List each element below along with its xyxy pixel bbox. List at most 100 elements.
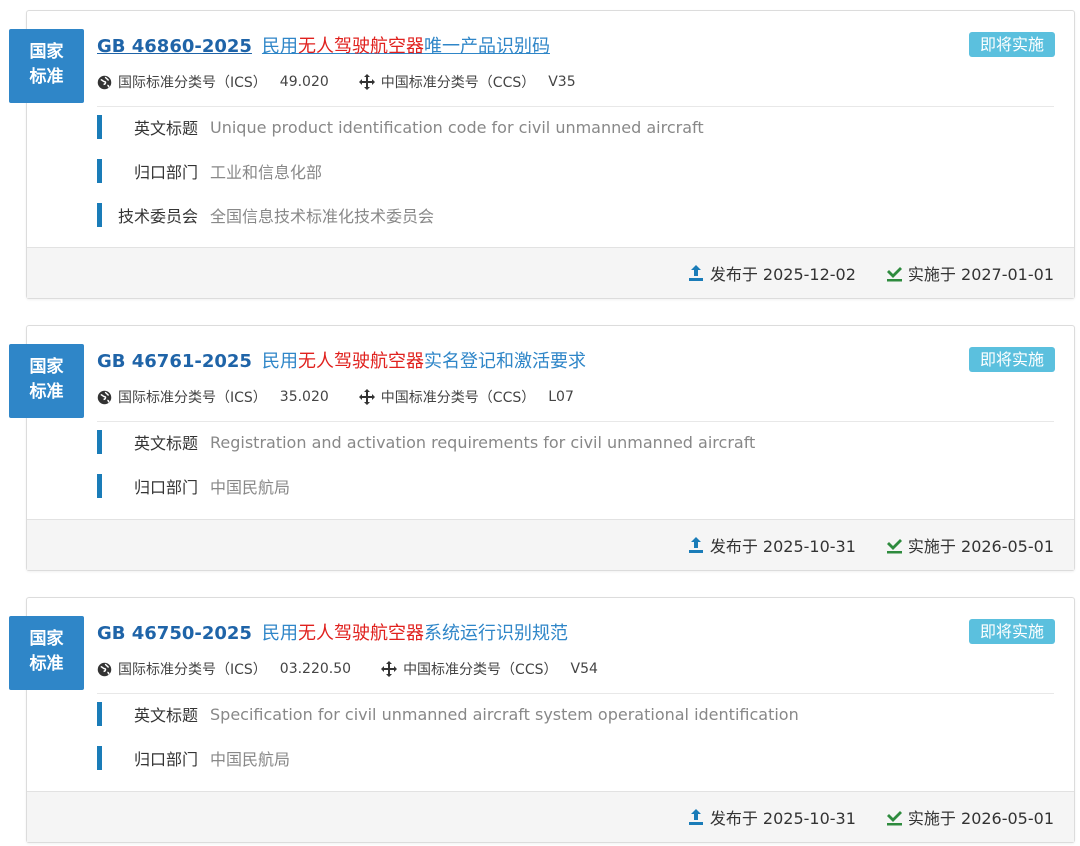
ics-value: 49.020 — [279, 74, 329, 90]
field-department: 归口部门 中国民航局 — [97, 745, 290, 771]
publish-date-text: 发布于 2025-10-31 — [709, 537, 856, 556]
field-bar — [97, 746, 102, 770]
field-label: 归口部门 — [133, 750, 198, 769]
ccs-value: V54 — [570, 661, 598, 677]
standard-title-link[interactable]: GB 46860-2025 民用无人驾驶航空器唯一产品识别码 — [97, 32, 1054, 60]
publish-date-text: 发布于 2025-10-31 — [709, 809, 856, 828]
standard-title-link[interactable]: GB 46750-2025 民用无人驾驶航空器系统运行识别规范 — [97, 619, 1054, 647]
badge-line-2: 标准 — [29, 382, 64, 402]
ics-label: 国际标准分类号（ICS） — [118, 662, 267, 678]
classification-row: 国际标准分类号（ICS） 35.020 中国标准分类号（CCS） L07 — [97, 386, 574, 408]
crosshair-move-icon — [381, 661, 398, 677]
name-highlight: 无人驾驶航空器 — [297, 36, 424, 57]
ccs-value: L07 — [548, 389, 574, 405]
globe-icon — [97, 390, 112, 404]
field-department: 归口部门 工业和信息化部 — [97, 158, 322, 184]
national-standard-badge: 国家 标准 — [9, 616, 84, 690]
standard-code[interactable]: GB 46860-2025 — [97, 36, 252, 57]
publish-date: 发布于 2025-10-31 — [688, 533, 856, 557]
field-bar — [97, 702, 102, 726]
card-footer: 发布于 2025-10-31 实施于 2026-05-01 — [27, 791, 1074, 842]
standard-title-link[interactable]: GB 46761-2025 民用无人驾驶航空器实名登记和激活要求 — [97, 347, 1054, 375]
field-bar — [97, 159, 102, 183]
field-bar — [97, 115, 102, 139]
standard-card: 国家 标准 GB 46860-2025 民用无人驾驶航空器唯一产品识别码 即将实施… — [9, 10, 1075, 299]
effective-date: 实施于 2026-05-01 — [886, 533, 1054, 557]
field-committee: 技术委员会 全国信息技术标准化技术委员会 — [97, 202, 434, 228]
ccs-label: 中国标准分类号（CCS） — [380, 390, 536, 406]
standard-code[interactable]: GB 46761-2025 — [97, 351, 252, 372]
standard-name[interactable]: 民用无人驾驶航空器唯一产品识别码 — [262, 36, 550, 57]
standard-name[interactable]: 民用无人驾驶航空器系统运行识别规范 — [262, 623, 568, 644]
check-icon — [886, 539, 902, 554]
status-badge: 即将实施 — [968, 32, 1055, 57]
crosshair-move-icon — [358, 389, 375, 405]
ccs-label: 中国标准分类号（CCS） — [380, 75, 536, 91]
field-value: 中国民航局 — [210, 750, 291, 769]
standard-card: 国家 标准 GB 46761-2025 民用无人驾驶航空器实名登记和激活要求 即将… — [9, 325, 1075, 571]
badge-line-2: 标准 — [29, 67, 64, 87]
check-icon — [886, 267, 902, 282]
field-label: 归口部门 — [133, 478, 198, 497]
field-english-title: 英文标题 Registration and activation require… — [97, 429, 755, 455]
upload-icon — [688, 809, 703, 825]
publish-date: 发布于 2025-10-31 — [688, 805, 856, 829]
badge-line-1: 国家 — [29, 42, 64, 62]
standard-card: 国家 标准 GB 46750-2025 民用无人驾驶航空器系统运行识别规范 即将实… — [9, 597, 1075, 843]
field-bar — [97, 203, 102, 227]
field-english-title: 英文标题 Unique product identification code … — [97, 114, 704, 140]
ics-value: 35.020 — [279, 389, 329, 405]
name-prefix: 民用 — [261, 36, 298, 57]
effective-date: 实施于 2027-01-01 — [886, 261, 1054, 285]
field-value: Specification for civil unmanned aircraf… — [210, 704, 799, 724]
name-prefix: 民用 — [261, 623, 298, 644]
publish-date-text: 发布于 2025-12-02 — [709, 265, 856, 284]
name-highlight: 无人驾驶航空器 — [297, 351, 424, 372]
classification-row: 国际标准分类号（ICS） 03.220.50 中国标准分类号（CCS） V54 — [97, 658, 598, 680]
badge-line-2: 标准 — [29, 654, 64, 674]
effective-date-text: 实施于 2026-05-01 — [907, 537, 1054, 556]
globe-icon — [97, 662, 112, 676]
card-footer: 发布于 2025-12-02 实施于 2027-01-01 — [27, 247, 1074, 298]
badge-line-1: 国家 — [29, 357, 64, 377]
name-suffix: 实名登记和激活要求 — [423, 351, 586, 372]
field-label: 技术委员会 — [117, 207, 198, 226]
status-badge: 即将实施 — [968, 619, 1055, 644]
field-value: Unique product identification code for c… — [210, 117, 704, 137]
ics-value: 03.220.50 — [279, 661, 352, 677]
divider — [97, 693, 1054, 694]
divider — [97, 106, 1054, 107]
effective-date-text: 实施于 2026-05-01 — [907, 809, 1054, 828]
standard-name[interactable]: 民用无人驾驶航空器实名登记和激活要求 — [262, 351, 586, 372]
status-badge: 即将实施 — [968, 347, 1055, 372]
effective-date: 实施于 2026-05-01 — [886, 805, 1054, 829]
field-value: 中国民航局 — [210, 478, 291, 497]
ccs-label: 中国标准分类号（CCS） — [403, 662, 558, 678]
field-value: Registration and activation requirements… — [210, 432, 756, 452]
field-bar — [97, 430, 102, 454]
national-standard-badge: 国家 标准 — [9, 344, 84, 418]
publish-date: 发布于 2025-12-02 — [688, 261, 856, 285]
name-highlight: 无人驾驶航空器 — [297, 623, 424, 644]
crosshair-move-icon — [358, 74, 375, 90]
globe-icon — [97, 75, 112, 89]
field-value: 全国信息技术标准化技术委员会 — [210, 207, 435, 226]
upload-icon — [688, 265, 703, 281]
standard-code[interactable]: GB 46750-2025 — [97, 623, 252, 644]
upload-icon — [688, 537, 703, 553]
divider — [97, 421, 1054, 422]
classification-row: 国际标准分类号（ICS） 49.020 中国标准分类号（CCS） V35 — [97, 71, 576, 93]
field-value: 工业和信息化部 — [210, 163, 323, 182]
field-department: 归口部门 中国民航局 — [97, 473, 290, 499]
national-standard-badge: 国家 标准 — [9, 29, 84, 103]
field-bar — [97, 474, 102, 498]
ics-label: 国际标准分类号（ICS） — [118, 75, 267, 91]
field-label: 英文标题 — [133, 434, 198, 453]
ics-label: 国际标准分类号（ICS） — [118, 390, 267, 406]
field-english-title: 英文标题 Specification for civil unmanned ai… — [97, 701, 799, 727]
field-label: 英文标题 — [133, 119, 198, 138]
name-suffix: 系统运行识别规范 — [423, 623, 568, 644]
field-label: 英文标题 — [133, 706, 198, 725]
field-label: 归口部门 — [133, 163, 198, 182]
name-prefix: 民用 — [261, 351, 298, 372]
